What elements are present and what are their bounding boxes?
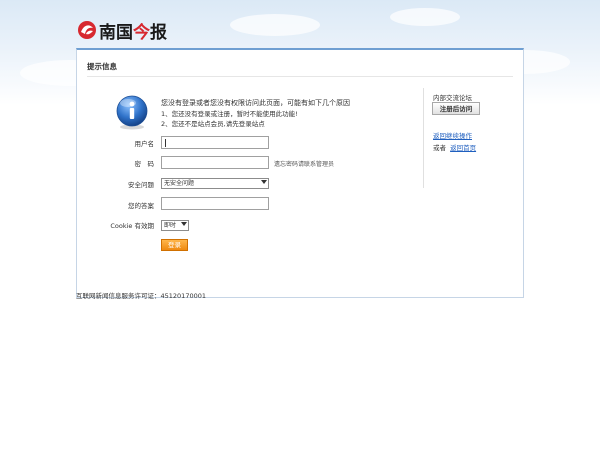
chevron-down-icon [261,180,267,184]
logo-wordmark: 南国今报 [99,22,167,43]
cookie-expiry-select[interactable]: 即时 [161,220,189,231]
login-button[interactable]: 登录 [161,239,188,251]
logo-bird-icon [78,21,96,39]
license-footer: 互联网新闻信息服务许可证：45120170001 [76,292,206,300]
answer-input[interactable] [161,197,269,210]
cloud-decoration [230,14,320,36]
sidebar: 内部交流论坛 注册后访问 返回继续操作 或者 返回首页 [423,88,522,188]
home-link[interactable]: 返回首页 [450,144,476,152]
message-line: 您没有登录或者您没有权限访问此页面，可能有如下几个原因 [161,99,350,107]
username-label: 用户名 [134,140,155,148]
register-button[interactable]: 注册后访问 [432,102,480,115]
message-reason: 1、您还没有登录或注册，暂时不能使用此功能! [161,109,298,118]
info-icon [116,95,148,130]
permission-message: 您没有登录或者您没有权限访问此页面，可能有如下几个原因 1、您还没有登录或注册，… [161,98,350,130]
or-text: 或者 返回首页 [433,144,477,152]
message-panel: 提示信息 您没有登录或者您没有权限访问此页面，可能有如下几个原因 1、您还没有登… [76,48,524,298]
site-logo[interactable]: 南国今报 [77,17,167,43]
forum-label: 内部交流论坛 [433,94,472,102]
security-question-label: 安全问题 [128,181,154,189]
continue-link[interactable]: 返回继续操作 [433,130,472,140]
username-input[interactable] [161,136,269,149]
message-reason: 2、您还不是站点会员,请先登录站点 [161,120,265,128]
password-input[interactable] [161,156,269,169]
answer-label: 您的答案 [128,202,154,210]
forgot-password-hint: 遗忘密码请联系管理员 [274,161,335,168]
cookie-expiry-value: 即时 [164,222,177,229]
password-label: 密 码 [134,160,155,168]
panel-title: 提示信息 [87,62,117,71]
security-question-select[interactable]: 无安全问题 [161,178,269,189]
security-question-value: 无安全问题 [164,180,195,187]
title-divider [87,76,513,77]
text-cursor [165,139,166,147]
chevron-down-icon [181,222,187,226]
cloud-decoration [390,8,460,26]
cookie-expiry-label: Cookie 有效期 [110,222,154,230]
